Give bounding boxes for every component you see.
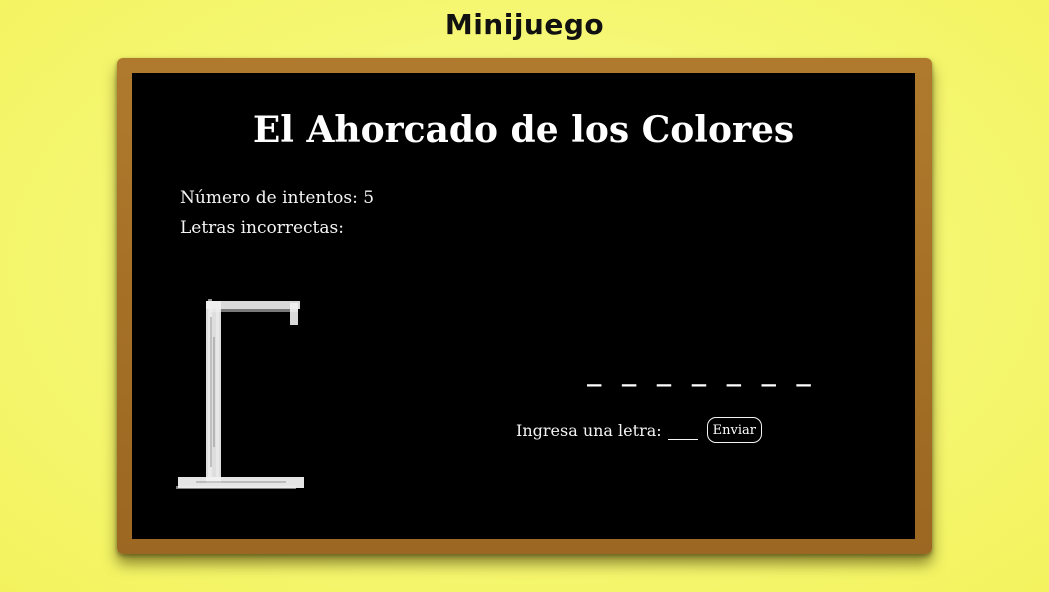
word-blanks: _ _ _ _ _ _ _: [587, 359, 814, 387]
wrong-letters-label: Letras incorrectas:: [180, 218, 344, 238]
letter-input-row: Ingresa una letra: Enviar: [516, 417, 762, 443]
letter-input[interactable]: [667, 420, 698, 440]
chalkboard-frame: El Ahorcado de los Colores Número de int…: [117, 58, 932, 554]
attempts-counter: Número de intentos: 5: [180, 188, 374, 208]
wrong-letters: Letras incorrectas:: [180, 218, 344, 238]
attempts-value: 5: [363, 188, 375, 208]
send-button[interactable]: Enviar: [706, 417, 762, 443]
letter-input-label: Ingresa una letra:: [516, 420, 662, 440]
chalkboard: El Ahorcado de los Colores Número de int…: [132, 73, 915, 539]
gallows-icon: [176, 299, 304, 489]
attempts-label: Número de intentos:: [180, 188, 364, 208]
page-title: Minijuego: [444, 8, 605, 41]
game-title: El Ahorcado de los Colores: [252, 109, 795, 151]
